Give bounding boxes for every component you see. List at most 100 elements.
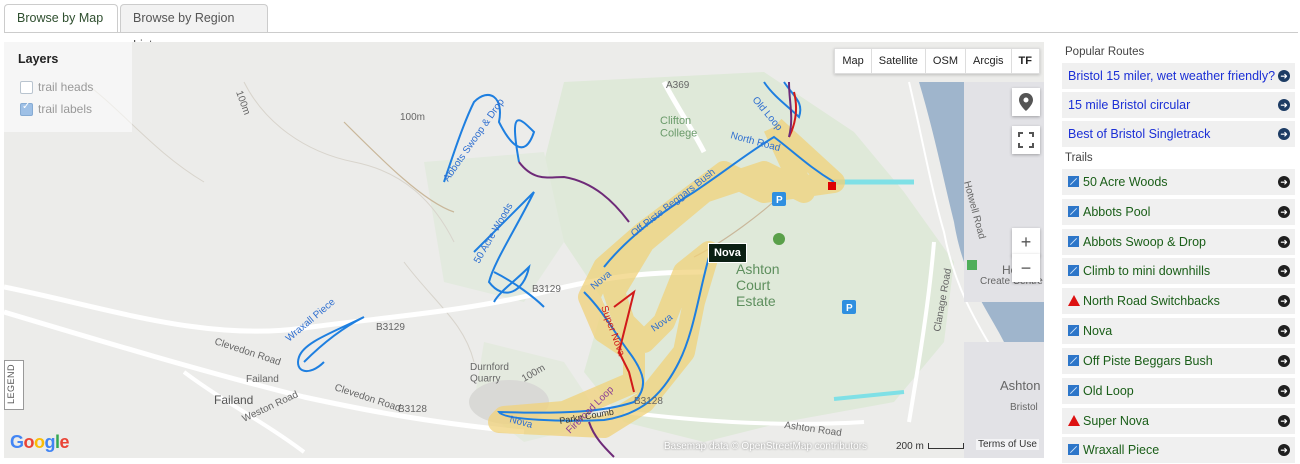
label-failand-2: Failand: [246, 374, 279, 385]
route-name: Bristol 15 miler, wet weather friendly?: [1068, 69, 1276, 83]
route-item[interactable]: Bristol 15 miler, wet weather friendly? …: [1062, 63, 1295, 89]
trail-item[interactable]: Nova ➜: [1062, 318, 1295, 344]
blue-square-icon: [1068, 265, 1079, 276]
popular-routes-title: Popular Routes: [1065, 46, 1145, 58]
arrow-right-icon: ➜: [1278, 355, 1290, 367]
arrow-right-icon: ➜: [1278, 206, 1290, 218]
trail-item[interactable]: Wraxall Piece ➜: [1062, 437, 1295, 463]
trail-name: Super Nova: [1083, 414, 1150, 428]
label-clevedon-road: Clevedon Road: [213, 336, 282, 368]
trail-map[interactable]: P P A369 B3129 B3129 B3128 B3128 Clevedo…: [4, 42, 1044, 458]
route-item[interactable]: 15 mile Bristol circular ➜: [1062, 92, 1295, 118]
arrow-right-icon: ➜: [1278, 415, 1290, 427]
map-type-tf[interactable]: TF: [1010, 49, 1039, 73]
map-type-satellite[interactable]: Satellite: [870, 49, 925, 73]
blue-square-icon: [1068, 325, 1079, 336]
trails-title: Trails: [1065, 152, 1093, 164]
map-attribution: Basemap data © OpenStreetMap contributor…: [664, 441, 868, 452]
poi-icon: [967, 260, 977, 270]
legend-label: LEGEND: [6, 363, 17, 405]
trail-label-wraxall: Wraxall Piece: [284, 296, 338, 344]
trailhead-marker: [828, 182, 836, 190]
google-logo: Google: [10, 432, 70, 452]
label-100m-a: 100m: [233, 89, 252, 116]
arrow-right-icon: ➜: [1278, 325, 1290, 337]
poi-icon: [773, 233, 785, 245]
route-name: Best of Bristol Singletrack: [1068, 127, 1211, 141]
zoom-in-button[interactable]: +: [1012, 228, 1040, 256]
map-canvas[interactable]: P P A369 B3129 B3129 B3128 B3128 Clevedo…: [4, 42, 1044, 458]
arrow-right-icon: ➜: [1278, 385, 1290, 397]
trail-name: Abbots Swoop & Drop: [1083, 235, 1206, 249]
arrow-right-icon: ➜: [1278, 236, 1290, 248]
layer-checkbox[interactable]: [20, 81, 33, 94]
arrow-right-icon: ➜: [1278, 70, 1290, 82]
blue-square-icon: [1068, 385, 1079, 396]
arrow-right-icon: ➜: [1278, 128, 1290, 140]
label-failand: Failand: [214, 393, 253, 407]
arrow-right-icon: ➜: [1278, 99, 1290, 111]
trail-item[interactable]: Off Piste Beggars Bush ➜: [1062, 348, 1295, 374]
label-b3128b: B3128: [634, 396, 663, 407]
label-b3129: B3129: [532, 284, 561, 295]
fullscreen-icon[interactable]: [1012, 126, 1040, 154]
blue-square-icon: [1068, 355, 1079, 366]
map-type-map[interactable]: Map: [835, 49, 870, 73]
parking-label: P: [776, 195, 783, 206]
map-type-arcgis[interactable]: Arcgis: [964, 49, 1011, 73]
layer-label: trail labels: [38, 102, 93, 116]
trail-name: Abbots Pool: [1083, 205, 1151, 219]
trail-item[interactable]: North Road Switchbacks ➜: [1062, 288, 1295, 314]
label-bristol: Bristol: [1010, 402, 1038, 413]
label-b3128: B3128: [398, 404, 427, 415]
trail-name: Nova: [1083, 324, 1113, 338]
contour: [243, 81, 455, 243]
location-pin-icon[interactable]: [1012, 88, 1040, 116]
trail-item[interactable]: Abbots Pool ➜: [1062, 199, 1295, 225]
layers-title: Layers: [18, 52, 59, 66]
trail-item[interactable]: 50 Acre Woods ➜: [1062, 169, 1295, 195]
legend-toggle[interactable]: LEGEND: [4, 360, 24, 410]
arrow-right-icon: ➜: [1278, 176, 1290, 188]
arrow-right-icon: ➜: [1278, 265, 1290, 277]
trail-item[interactable]: Climb to mini downhills ➜: [1062, 258, 1295, 284]
arrow-right-icon: ➜: [1278, 295, 1290, 307]
trail-name: Old Loop: [1083, 384, 1134, 398]
trail-name: Off Piste Beggars Bush: [1083, 354, 1213, 368]
layer-label: trail heads: [38, 80, 94, 94]
trail-item[interactable]: Super Nova ➜: [1062, 408, 1295, 434]
blue-square-icon: [1068, 444, 1079, 455]
parking-label: P: [846, 303, 853, 314]
trail-tooltip: Nova: [708, 243, 747, 263]
label-b3129b: B3129: [376, 322, 405, 333]
blue-square-icon: [1068, 206, 1079, 217]
trail-name: 50 Acre Woods: [1083, 175, 1168, 189]
label-a369: A369: [666, 80, 690, 91]
blue-square-icon: [1068, 236, 1079, 247]
trail-name: North Road Switchbacks: [1083, 294, 1220, 308]
route-item[interactable]: Best of Bristol Singletrack ➜: [1062, 121, 1295, 147]
trail-item[interactable]: Old Loop ➜: [1062, 378, 1295, 404]
layers-panel: Layers trail heads trail labels: [4, 42, 132, 132]
map-scale: 200 m: [896, 441, 964, 452]
scale-label: 200 m: [896, 441, 924, 452]
tab-divider: [4, 32, 1298, 33]
label-100m-b: 100m: [400, 112, 425, 123]
trail-name: Wraxall Piece: [1083, 443, 1160, 457]
terms-link[interactable]: Terms of Use: [976, 439, 1039, 450]
map-type-selector: Map Satellite OSM Arcgis TF: [834, 48, 1040, 74]
blue-square-icon: [1068, 176, 1079, 187]
tab-browse-by-region-list[interactable]: Browse by Region List: [120, 4, 268, 52]
map-type-osm[interactable]: OSM: [924, 49, 965, 73]
red-triangle-icon: [1068, 295, 1080, 306]
arrow-right-icon: ➜: [1278, 444, 1290, 456]
zoom-out-button[interactable]: −: [1012, 254, 1040, 282]
route-name: 15 mile Bristol circular: [1068, 98, 1191, 112]
red-triangle-icon: [1068, 415, 1080, 426]
layer-checkbox-checked[interactable]: [20, 101, 33, 116]
label-ashton: Ashton: [1000, 378, 1040, 393]
trail-item[interactable]: Abbots Swoop & Drop ➜: [1062, 229, 1295, 255]
scale-bar: [927, 443, 964, 450]
tab-browse-by-map[interactable]: Browse by Map: [4, 4, 118, 33]
trail-name: Climb to mini downhills: [1083, 264, 1211, 278]
